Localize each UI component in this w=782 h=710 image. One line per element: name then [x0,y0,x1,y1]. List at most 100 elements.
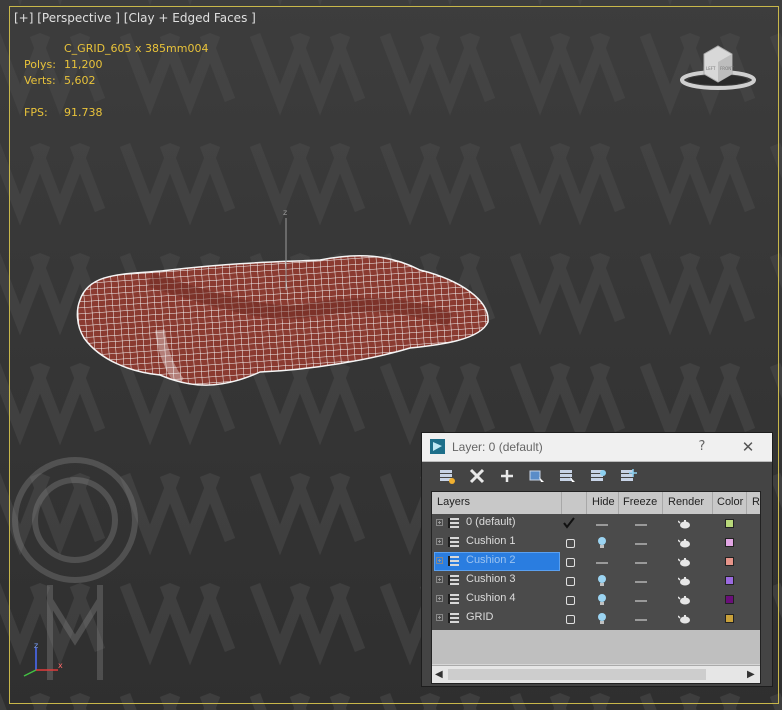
layer-row[interactable]: 0 (default) [432,514,760,533]
layer-stack-icon [448,594,459,604]
viewcube-front-label: FRONT [720,66,734,71]
set-current-layer-checkbox[interactable] [566,615,575,624]
layer-name[interactable]: Cushion 4 [466,592,516,604]
freeze-toggle-dash-icon[interactable] [634,574,648,588]
freeze-toggle-dash-icon[interactable] [634,536,648,550]
layer-name[interactable]: Cushion 2 [466,554,516,566]
dialog-title: Layer: 0 (default) [452,440,543,454]
dialog-title-bar[interactable]: Layer: 0 (default) ? ✕ [422,433,772,462]
viewport-view-menu[interactable]: [Perspective ] [37,11,120,25]
verts-label: Verts: [24,74,56,87]
render-teapot-icon[interactable] [678,612,692,626]
col-freeze[interactable]: Freeze [623,496,657,508]
axis-z-label: z [34,641,38,650]
layer-table-empty-area[interactable] [432,630,760,664]
polys-value: 11,200 [64,58,103,71]
cushion-mesh-object[interactable]: z [70,200,500,400]
layer-row[interactable]: Cushion 3 [432,571,760,590]
render-teapot-icon[interactable] [678,517,692,531]
layer-row[interactable]: Cushion 2 [432,552,760,571]
expand-layer-icon[interactable] [436,557,443,564]
verts-value: 5,602 [64,74,96,87]
scroll-left-icon[interactable]: ◀ [435,669,443,680]
viewport-plus-menu[interactable]: [+] [14,11,33,25]
3dsmax-app-icon [430,439,445,454]
col-render[interactable]: Render [668,496,704,508]
freeze-toggle-dash-icon[interactable] [634,517,648,531]
add-selection-icon[interactable] [496,465,518,487]
create-layer-icon[interactable] [436,465,458,487]
gizmo-z-label: z [283,208,287,217]
layer-row[interactable]: Cushion 4 [432,590,760,609]
highlight-selected-icon[interactable] [556,465,578,487]
layer-stack-icon [448,613,459,623]
render-teapot-icon[interactable] [678,593,692,607]
help-button[interactable]: ? [692,437,712,457]
layer-table-header: Layers Hide Freeze Render Color R [432,492,760,515]
layer-color-swatch[interactable] [725,614,734,623]
render-teapot-icon[interactable] [678,555,692,569]
set-current-layer-checkbox[interactable] [566,577,575,586]
polys-label: Polys: [24,58,56,71]
fps-value: 91.738 [64,106,103,119]
layer-color-swatch[interactable] [725,576,734,585]
viewcube-left-label: LEFT [706,66,716,71]
col-color[interactable]: Color [717,496,743,508]
axis-tripod-icon: z x [23,641,63,677]
layer-name[interactable]: GRID [466,611,494,623]
layer-name[interactable]: 0 (default) [466,516,516,528]
set-current-layer-checkbox[interactable] [566,539,575,548]
scroll-right-icon[interactable]: ▶ [747,669,755,680]
scrollbar-thumb[interactable] [448,669,706,680]
freeze-toggle-dash-icon[interactable] [634,612,648,626]
layer-name[interactable]: Cushion 1 [466,535,516,547]
render-teapot-icon[interactable] [678,574,692,588]
active-layer-checkmark-icon[interactable] [562,516,576,530]
layer-row[interactable]: GRID [432,609,760,628]
layer-row[interactable]: Cushion 1 [432,533,760,552]
viewport-label-bar[interactable]: [+] [Perspective ] [Clay + Edged Faces ] [14,11,256,25]
freeze-all-icon[interactable] [617,465,639,487]
layer-dialog: Layer: 0 (default) ? ✕ Layers Hide Freez… [421,432,773,687]
expand-layer-icon[interactable] [436,538,443,545]
layer-table: Layers Hide Freeze Render Color R 0 (def… [431,491,761,684]
hide-toggle-dash-icon[interactable] [595,517,609,531]
freeze-toggle-dash-icon[interactable] [634,593,648,607]
fps-label: FPS: [24,106,48,119]
expand-layer-icon[interactable] [436,519,443,526]
layer-stack-icon [448,537,459,547]
horizontal-scrollbar[interactable]: ◀ ▶ [432,665,760,683]
set-current-layer-checkbox[interactable] [566,596,575,605]
lightbulb-icon[interactable] [595,574,609,588]
expand-layer-icon[interactable] [436,595,443,602]
layer-stack-icon [448,518,459,528]
freeze-toggle-dash-icon[interactable] [634,555,648,569]
delete-layer-icon[interactable] [466,465,488,487]
axis-x-label: x [58,661,63,670]
layer-color-swatch[interactable] [725,538,734,547]
layer-name[interactable]: Cushion 3 [466,573,516,585]
layer-color-swatch[interactable] [725,519,734,528]
layer-color-swatch[interactable] [725,595,734,604]
lightbulb-icon[interactable] [595,536,609,550]
hide-all-icon[interactable] [587,465,609,487]
col-layers[interactable]: Layers [437,496,470,508]
select-highlighted-icon[interactable] [526,465,548,487]
expand-layer-icon[interactable] [436,576,443,583]
layer-stack-icon [448,556,459,566]
viewport-shading-menu[interactable]: [Clay + Edged Faces ] [124,11,256,25]
col-hide[interactable]: Hide [592,496,615,508]
col-radiosity[interactable]: R [752,496,760,508]
viewcube-icon[interactable]: LEFT FRONT [678,40,758,95]
lightbulb-icon[interactable] [595,593,609,607]
close-button[interactable]: ✕ [736,437,760,457]
render-teapot-icon[interactable] [678,536,692,550]
object-name: C_GRID_605 x 385mm004 [64,42,209,55]
layer-stack-icon [448,575,459,585]
set-current-layer-checkbox[interactable] [566,558,575,567]
expand-layer-icon[interactable] [436,614,443,621]
layer-color-swatch[interactable] [725,557,734,566]
layer-rows: 0 (default) Cushion 1 Cushion 2 Cushion 3 Cu… [432,514,760,630]
lightbulb-icon[interactable] [595,612,609,626]
hide-toggle-dash-icon[interactable] [595,555,609,569]
